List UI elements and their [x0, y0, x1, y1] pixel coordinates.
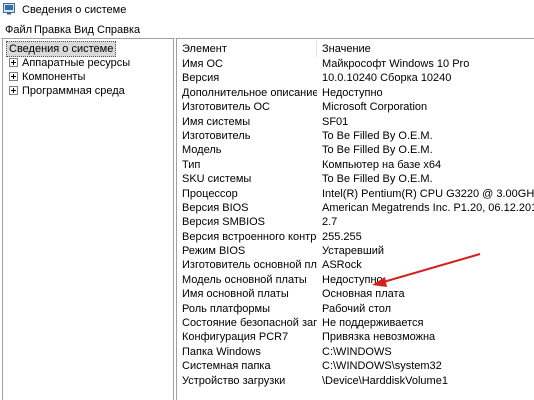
row-item-value: Рабочий стол: [322, 302, 392, 315]
row-item-value: C:\WINDOWS: [322, 345, 392, 358]
row-item-value: Устаревший: [322, 245, 384, 258]
row-item-name: Роль платформы: [182, 302, 270, 315]
table-row[interactable]: Конфигурация PCR7 Привязка невозможна: [177, 330, 534, 344]
row-item-value: To Be Filled By O.E.M.: [322, 173, 433, 186]
table-row[interactable]: Дополнительное описание ОС Недоступно: [177, 86, 534, 100]
table-row[interactable]: Версия встроенного контроллера 255.255: [177, 230, 534, 244]
tree-item-label: Программная среда: [22, 85, 125, 97]
expand-plus-icon[interactable]: [9, 57, 18, 67]
row-item-value: Microsoft Corporation: [322, 101, 428, 114]
row-item-name: Состояние безопасной загрузки: [182, 317, 317, 330]
menu-view[interactable]: Вид: [74, 24, 94, 36]
table-row[interactable]: Версия SMBIOS 2.7: [177, 215, 534, 229]
row-item-value: Основная плата: [322, 288, 405, 301]
title-bar: Сведения о системе: [0, 0, 534, 20]
system-info-icon: [3, 3, 15, 15]
row-item-name: Системная папка: [182, 360, 271, 373]
table-row[interactable]: Состояние безопасной загрузки Не поддержи…: [177, 316, 534, 330]
window-title: Сведения о системе: [22, 4, 127, 16]
table-header: Элемент Значение: [177, 41, 534, 57]
row-item-name: Имя ОС: [182, 58, 223, 70]
row-item-value: American Megatrends Inc. P1.20, 06.12.20…: [322, 201, 534, 214]
row-item-name: Изготовитель основной платы: [182, 259, 317, 272]
table-row[interactable]: Режим BIOS Устаревший: [177, 244, 534, 258]
menu-help[interactable]: Справка: [97, 24, 140, 36]
row-item-value: To Be Filled By O.E.M.: [322, 129, 433, 142]
row-item-value: Недоступно: [322, 86, 383, 99]
column-header-item[interactable]: Элемент: [182, 43, 227, 55]
table-row[interactable]: Имя системы SF01: [177, 115, 534, 129]
row-item-value: 2.7: [322, 216, 338, 229]
row-item-name: Версия встроенного контроллера: [182, 230, 317, 243]
table-row[interactable]: Имя основной платы Основная плата: [177, 287, 534, 301]
tree-item-label: Аппаратные ресурсы: [22, 57, 131, 69]
category-tree[interactable]: Сведения о системе Аппаратные ресурсы Ко…: [2, 38, 174, 400]
row-item-value: C:\WINDOWS\system32: [322, 360, 442, 373]
table-row[interactable]: Процессор Intel(R) Pentium(R) CPU G3220 @…: [177, 187, 534, 201]
row-item-name: SKU системы: [182, 173, 252, 186]
table-row[interactable]: Версия 10.0.10240 Сборка 10240: [177, 71, 534, 85]
row-item-name: Процессор: [182, 187, 238, 200]
row-item-name: Имя основной платы: [182, 288, 289, 301]
column-header-value[interactable]: Значение: [322, 43, 371, 55]
row-item-value: SF01: [322, 115, 349, 128]
menu-file[interactable]: Файл: [5, 24, 32, 36]
row-item-value: 10.0.10240 Сборка 10240: [322, 72, 452, 85]
column-divider[interactable]: [316, 41, 317, 57]
row-item-name: Модель: [182, 144, 222, 157]
table-row[interactable]: Изготовитель To Be Filled By O.E.M.: [177, 129, 534, 143]
menu-bar: Файл Правка Вид Справка: [0, 20, 534, 38]
tree-root-system-summary[interactable]: Сведения о системе: [6, 41, 117, 57]
table-row[interactable]: Тип Компьютер на базе x64: [177, 158, 534, 172]
row-item-value: Не поддерживается: [322, 317, 424, 330]
row-item-value: Intel(R) Pentium(R) CPU G3220 @ 3.00GHz,…: [322, 187, 534, 200]
row-item-name: Модель основной платы: [182, 273, 307, 286]
details-table: Элемент Значение Имя ОС Майкрософт Window…: [176, 38, 534, 400]
tree-item-label: Компоненты: [22, 71, 86, 83]
row-item-name: Версия: [182, 72, 220, 85]
tree-item-software-environment[interactable]: Программная среда: [9, 84, 125, 98]
row-item-name: Версия SMBIOS: [182, 216, 266, 229]
row-item-value: Недоступно: [322, 273, 383, 286]
row-item-name: Тип: [182, 158, 201, 171]
table-row[interactable]: Модель To Be Filled By O.E.M.: [177, 143, 534, 157]
row-item-name: Имя системы: [182, 115, 251, 128]
row-item-value: Компьютер на базе x64: [322, 158, 442, 171]
table-row[interactable]: Системная папка C:\WINDOWS\system32: [177, 359, 534, 373]
row-item-name: Изготовитель ОС: [182, 101, 270, 114]
table-row[interactable]: Имя ОС Майкрософт Windows 10 Pro: [177, 57, 534, 71]
row-item-value: Привязка невозможна: [322, 331, 436, 344]
table-row[interactable]: Роль платформы Рабочий стол: [177, 302, 534, 316]
tree-item-hardware-resources[interactable]: Аппаратные ресурсы: [9, 56, 130, 70]
row-item-name: Конфигурация PCR7: [182, 331, 289, 344]
table-row[interactable]: Изготовитель основной платы ASRock: [177, 258, 534, 272]
table-row[interactable]: Изготовитель ОС Microsoft Corporation: [177, 100, 534, 114]
row-item-value: \Device\HarddiskVolume1: [322, 374, 448, 387]
tree-item-components[interactable]: Компоненты: [9, 70, 85, 84]
expand-plus-icon[interactable]: [9, 71, 18, 81]
table-row[interactable]: SKU системы To Be Filled By O.E.M.: [177, 172, 534, 186]
row-item-name: Режим BIOS: [182, 245, 246, 258]
row-item-name: Папка Windows: [182, 345, 261, 358]
row-item-name: Дополнительное описание ОС: [182, 86, 317, 99]
row-item-name: Изготовитель: [182, 129, 251, 142]
expand-plus-icon[interactable]: [9, 85, 18, 95]
row-item-name: Версия BIOS: [182, 201, 249, 214]
table-row[interactable]: Устройство загрузки \Device\HarddiskVolum…: [177, 374, 534, 388]
row-item-value: ASRock: [322, 259, 362, 272]
row-item-name: Устройство загрузки: [182, 374, 286, 387]
row-item-value: Майкрософт Windows 10 Pro: [322, 58, 470, 70]
table-row[interactable]: Папка Windows C:\WINDOWS: [177, 345, 534, 359]
table-body: Имя ОС Майкрософт Windows 10 Pro Версия 10.…: [177, 57, 534, 388]
table-row[interactable]: Модель основной платы Недоступно: [177, 273, 534, 287]
table-row[interactable]: Версия BIOS American Megatrends Inc. P1.2…: [177, 201, 534, 215]
row-item-value: 255.255: [322, 230, 362, 243]
row-item-value: To Be Filled By O.E.M.: [322, 144, 433, 157]
menu-edit[interactable]: Правка: [34, 24, 71, 36]
